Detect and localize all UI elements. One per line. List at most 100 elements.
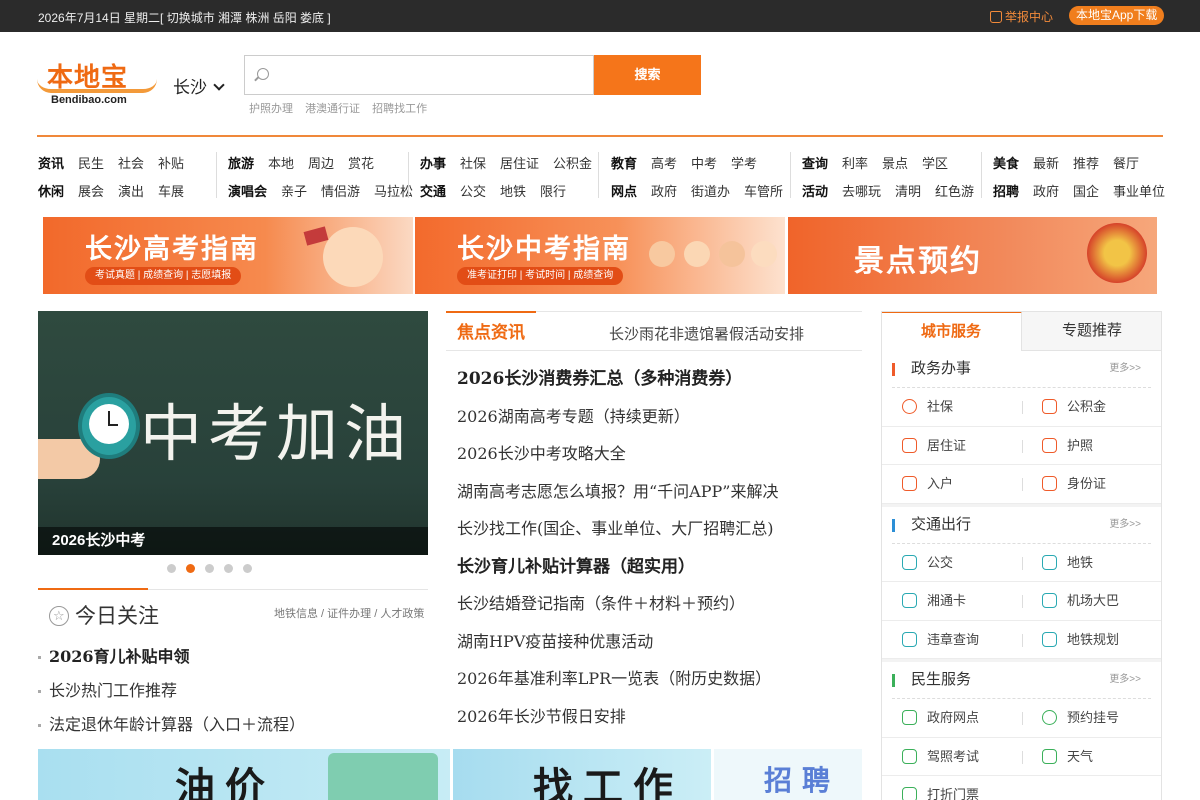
nav-link[interactable]: 推荐 [1073, 156, 1099, 171]
nav-link[interactable]: 政府 [1033, 184, 1059, 199]
nav-link[interactable]: 展会 [78, 184, 104, 199]
nav-link[interactable]: 街道办 [691, 184, 730, 199]
nav-category-heading[interactable]: 休闲 [38, 184, 64, 199]
nav-category-heading[interactable]: 查询 [802, 156, 828, 171]
service-link[interactable]: 机场大巴 [1042, 582, 1119, 620]
report-center-link[interactable]: 举报中心 [990, 8, 1053, 25]
service-link[interactable]: 身份证 [1042, 465, 1106, 503]
nav-link[interactable]: 赏花 [348, 156, 374, 171]
news-item[interactable]: 湖南高考志愿怎么填报？用“千问APP”来解决 [457, 476, 778, 514]
list-item[interactable]: 2026育儿补贴申领 [38, 640, 305, 674]
nav-category-heading[interactable]: 交通 [420, 184, 446, 199]
nav-link[interactable]: 政府 [651, 184, 677, 199]
nav-link[interactable]: 去哪玩 [842, 184, 881, 199]
nav-link[interactable]: 红色游 [935, 184, 974, 199]
nav-link[interactable]: 事业单位 [1113, 184, 1165, 199]
nav-link[interactable]: 限行 [540, 184, 566, 199]
service-link[interactable]: 预约挂号 [1042, 699, 1119, 737]
service-link[interactable]: 政府网点 [902, 699, 979, 737]
news-item[interactable]: 2026长沙消费券汇总（多种消费券） [457, 363, 778, 401]
date-and-city-switch[interactable]: 2026年7月14日 星期二[ 切换城市 湘潭 株洲 岳阳 娄底 ] [38, 9, 331, 26]
nav-link[interactable]: 公积金 [553, 156, 592, 171]
news-marquee[interactable]: 长沙雨花非遗馆暑假活动安排 [609, 323, 804, 344]
service-link[interactable]: 公积金 [1042, 388, 1106, 426]
nav-link[interactable]: 周边 [308, 156, 334, 171]
nav-link[interactable]: 民生 [78, 156, 104, 171]
nav-category-heading[interactable]: 办事 [420, 156, 446, 171]
news-item[interactable]: 2026年长沙节假日安排 [457, 701, 778, 739]
list-item[interactable]: 长沙热门工作推荐 [38, 674, 305, 708]
service-link[interactable]: 居住证 [902, 427, 966, 465]
oil-price-banner[interactable]: 油价 [38, 749, 450, 800]
nav-link[interactable]: 情侣游 [321, 184, 360, 199]
more-link[interactable]: 更多>> [1109, 507, 1141, 543]
search-button[interactable]: 搜索 [594, 55, 701, 95]
zhongkao-guide-banner[interactable]: 长沙中考指南 准考证打印 | 考试时间 | 成绩查询 [415, 217, 785, 294]
nav-link[interactable]: 居住证 [500, 156, 539, 171]
nav-link[interactable]: 景点 [882, 156, 908, 171]
nav-category-heading[interactable]: 旅游 [228, 156, 254, 171]
today-quick-links[interactable]: 地铁信息 / 证件办理 / 人才政策 [274, 605, 424, 621]
nav-link[interactable]: 补贴 [158, 156, 184, 171]
nav-category-heading[interactable]: 招聘 [993, 184, 1019, 199]
nav-link[interactable]: 利率 [842, 156, 868, 171]
service-link[interactable]: 地铁 [1042, 544, 1093, 582]
carousel-dot-active[interactable] [186, 564, 195, 573]
carousel-dot[interactable] [167, 564, 176, 573]
service-link[interactable]: 打折门票 [902, 776, 979, 800]
nav-link[interactable]: 学区 [922, 156, 948, 171]
more-link[interactable]: 更多>> [1109, 351, 1141, 387]
nav-link[interactable]: 学考 [731, 156, 757, 171]
nav-link[interactable]: 车展 [158, 184, 184, 199]
news-item[interactable]: 长沙育儿补贴计算器（超实用） [457, 551, 778, 589]
nav-link[interactable]: 高考 [651, 156, 677, 171]
more-link[interactable]: 更多>> [1109, 662, 1141, 698]
service-link[interactable]: 地铁规划 [1042, 621, 1119, 659]
nav-category-heading[interactable]: 美食 [993, 156, 1019, 171]
news-item[interactable]: 2026湖南高考专题（持续更新） [457, 401, 778, 439]
carousel-dot[interactable] [224, 564, 233, 573]
tab-city-service[interactable]: 城市服务 [882, 312, 1022, 351]
nav-link[interactable]: 国企 [1073, 184, 1099, 199]
service-link[interactable]: 违章查询 [902, 621, 979, 659]
news-item[interactable]: 长沙结婚登记指南（条件＋材料＋预约） [457, 588, 778, 626]
nav-category-heading[interactable]: 资讯 [38, 156, 64, 171]
nav-link[interactable]: 清明 [895, 184, 921, 199]
nav-link[interactable]: 社保 [460, 156, 486, 171]
search-input[interactable] [279, 64, 579, 86]
nav-link[interactable]: 餐厅 [1113, 156, 1139, 171]
nav-category-heading[interactable]: 网点 [611, 184, 637, 199]
carousel-dot[interactable] [205, 564, 214, 573]
service-link[interactable]: 护照 [1042, 427, 1093, 465]
job-search-banner[interactable]: 找工作 [453, 749, 711, 800]
tab-focus-news[interactable]: 焦点资讯 [446, 311, 536, 351]
nav-category-heading[interactable]: 演唱会 [228, 184, 267, 199]
news-item[interactable]: 湖南HPV疫苗接种优惠活动 [457, 626, 778, 664]
nav-link[interactable]: 地铁 [500, 184, 526, 199]
gaokao-guide-banner[interactable]: 长沙高考指南 考试真题 | 成绩查询 | 志愿填报 [43, 217, 413, 294]
service-link[interactable]: 社保 [902, 388, 953, 426]
news-item[interactable]: 长沙找工作(国企、事业单位、大厂招聘汇总) [457, 513, 778, 551]
nav-category-heading[interactable]: 活动 [802, 184, 828, 199]
hotword-link[interactable]: 招聘找工作 [372, 103, 427, 115]
app-download-button[interactable]: 本地宝App下载 [1069, 6, 1165, 25]
nav-link[interactable]: 社会 [118, 156, 144, 171]
service-link[interactable]: 驾照考试 [902, 738, 979, 776]
news-item[interactable]: 2026长沙中考攻略大全 [457, 438, 778, 476]
nav-link[interactable]: 最新 [1033, 156, 1059, 171]
nav-link[interactable]: 演出 [118, 184, 144, 199]
service-link[interactable]: 湘通卡 [902, 582, 966, 620]
service-link[interactable]: 入户 [902, 465, 953, 503]
nav-category-heading[interactable]: 教育 [611, 156, 637, 171]
nav-link[interactable]: 本地 [268, 156, 294, 171]
tab-topics[interactable]: 专题推荐 [1022, 312, 1161, 350]
service-link[interactable]: 天气 [1042, 738, 1093, 776]
nav-link[interactable]: 中考 [691, 156, 717, 171]
site-logo[interactable]: 本地宝 Bendibao.com [37, 57, 159, 109]
scenic-booking-banner[interactable]: 景点预约 [788, 217, 1157, 294]
nav-link[interactable]: 车管所 [744, 184, 783, 199]
service-link[interactable]: 公交 [902, 544, 953, 582]
list-item[interactable]: 法定退休年龄计算器（入口＋流程） [38, 708, 305, 742]
nav-link[interactable]: 公交 [460, 184, 486, 199]
hotword-link[interactable]: 港澳通行证 [305, 103, 360, 115]
